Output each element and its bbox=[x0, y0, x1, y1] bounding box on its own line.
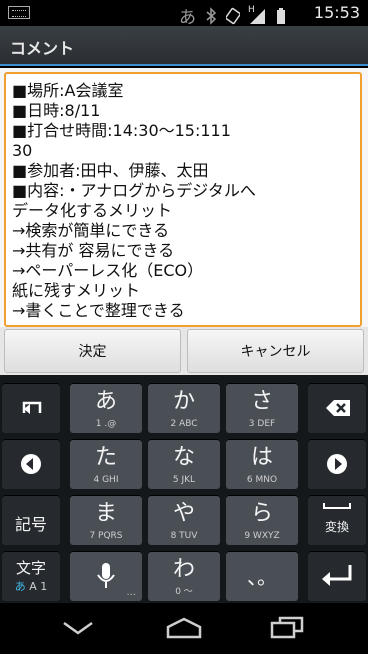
convert-key-label: 変換 bbox=[324, 520, 349, 534]
key-ka[interactable]: か 2 ABC bbox=[148, 383, 220, 433]
status-icons: あ H bbox=[179, 3, 288, 28]
rotate-icon bbox=[226, 7, 240, 24]
arrow-left-icon bbox=[21, 454, 41, 474]
input-mode-key[interactable]: 文字 あ A 1 bbox=[2, 551, 60, 601]
key-sa[interactable]: さ 3 DEF bbox=[226, 383, 298, 433]
key-ra[interactable]: ら 9 WXYZ bbox=[226, 495, 298, 545]
text-line: 紙に残すメリット bbox=[12, 281, 141, 300]
status-bar: あ H 15:53 bbox=[0, 0, 368, 28]
text-line: →共有が 容易にできる bbox=[12, 241, 175, 260]
undo-key[interactable] bbox=[2, 383, 60, 433]
action-buttons: 決定 キャンセル bbox=[0, 327, 368, 375]
input-mode-sub: あ A 1 bbox=[2, 578, 60, 594]
home-icon[interactable] bbox=[164, 615, 204, 641]
key-wa-main: わ bbox=[172, 557, 195, 582]
signal-icon: H bbox=[248, 4, 266, 25]
key-ra-main: ら bbox=[250, 501, 273, 526]
enter-icon bbox=[322, 565, 352, 586]
key-ya-sub: 8 TUV bbox=[170, 531, 198, 541]
ok-button[interactable]: 決定 bbox=[4, 329, 181, 373]
symbol-key-label: 記号 bbox=[14, 515, 47, 534]
text-line: ■内容:・アナログからデジタルへ bbox=[12, 181, 256, 200]
text-line: データ化するメリット bbox=[12, 201, 173, 220]
key-ka-sub: 2 ABC bbox=[170, 419, 198, 429]
voice-input-key[interactable]: ... bbox=[70, 551, 142, 601]
cursor-right-key[interactable] bbox=[308, 439, 366, 489]
key-ma-main: ま bbox=[94, 501, 117, 526]
key-ya-main: や bbox=[172, 501, 195, 526]
key-punctuation[interactable]: 、。 bbox=[226, 551, 298, 601]
bluetooth-icon bbox=[206, 6, 217, 25]
text-line: →書くことで整理できる bbox=[12, 301, 185, 320]
symbol-key[interactable]: 記号 bbox=[2, 495, 60, 545]
clock: 15:53 bbox=[313, 3, 360, 22]
back-chevron-icon[interactable] bbox=[58, 615, 98, 641]
key-ta-main: た bbox=[94, 445, 117, 470]
signal-type-label: H bbox=[248, 4, 255, 15]
key-na[interactable]: な 5 JKL bbox=[148, 439, 220, 489]
undo-icon bbox=[22, 401, 42, 414]
ime-indicator: あ bbox=[179, 8, 196, 28]
content-area: ■場所:A会議室 ■日時:8/11 ■打合せ時間:14:30〜15:111 30… bbox=[0, 68, 368, 330]
text-line: →ペーパーレス化（ECO） bbox=[12, 261, 204, 280]
key-a-main: あ bbox=[94, 389, 117, 414]
title-bar: コメント bbox=[0, 26, 368, 66]
key-ta-sub: 4 GHI bbox=[93, 475, 119, 485]
input-mode-hiragana: あ bbox=[14, 580, 26, 593]
keyboard-icon bbox=[8, 6, 30, 19]
page-title: コメント bbox=[10, 39, 75, 58]
key-ka-main: か bbox=[172, 389, 195, 414]
battery-icon bbox=[277, 7, 285, 24]
key-sa-sub: 3 DEF bbox=[248, 419, 276, 429]
key-ta[interactable]: た 4 GHI bbox=[70, 439, 142, 489]
convert-key[interactable]: 変換 bbox=[308, 495, 366, 545]
comment-text-area[interactable]: ■場所:A会議室 ■日時:8/11 ■打合せ時間:14:30〜15:111 30… bbox=[4, 72, 362, 327]
backspace-icon bbox=[326, 400, 350, 416]
key-ma[interactable]: ま 7 PQRS bbox=[70, 495, 142, 545]
text-line: ■場所:A会議室 bbox=[12, 81, 124, 100]
key-wa[interactable]: わ 0 〜 bbox=[148, 551, 220, 601]
key-na-main: な bbox=[172, 445, 195, 470]
text-line: →検索が簡単にできる bbox=[12, 221, 170, 240]
key-ha[interactable]: は 6 MNO bbox=[226, 439, 298, 489]
key-ma-sub: 7 PQRS bbox=[89, 531, 123, 541]
key-punctuation-main: 、。 bbox=[247, 565, 277, 589]
key-ha-sub: 6 MNO bbox=[246, 475, 278, 485]
text-line: ■参加者:田中、伊藤、太田 bbox=[12, 161, 209, 180]
key-ya[interactable]: や 8 TUV bbox=[148, 495, 220, 545]
arrow-right-icon bbox=[327, 454, 347, 474]
key-wa-sub: 0 〜 bbox=[175, 587, 193, 597]
text-line: 30 bbox=[12, 141, 33, 160]
text-line: ■日時:8/11 bbox=[12, 101, 101, 120]
soft-keyboard: あ 1 .@ か 2 ABC さ 3 DEF た 4 GHI な 5 JKL は… bbox=[0, 375, 368, 603]
cursor-left-key[interactable] bbox=[2, 439, 60, 489]
key-a[interactable]: あ 1 .@ bbox=[70, 383, 142, 433]
voice-key-more: ... bbox=[126, 587, 136, 598]
enter-key[interactable] bbox=[308, 551, 366, 601]
recent-apps-icon[interactable] bbox=[268, 615, 308, 641]
navigation-bar bbox=[0, 603, 368, 654]
text-line: ■打合せ時間:14:30〜15:111 bbox=[12, 121, 231, 140]
key-sa-main: さ bbox=[250, 389, 273, 414]
input-mode-alnum: A 1 bbox=[29, 580, 48, 593]
key-ra-sub: 9 WXYZ bbox=[244, 531, 280, 541]
key-na-sub: 5 JKL bbox=[172, 475, 196, 485]
input-mode-label: 文字 bbox=[15, 559, 46, 577]
key-a-sub: 1 .@ bbox=[95, 419, 117, 429]
key-ha-main: は bbox=[250, 445, 273, 470]
backspace-key[interactable] bbox=[308, 383, 366, 433]
cancel-button[interactable]: キャンセル bbox=[187, 329, 364, 373]
